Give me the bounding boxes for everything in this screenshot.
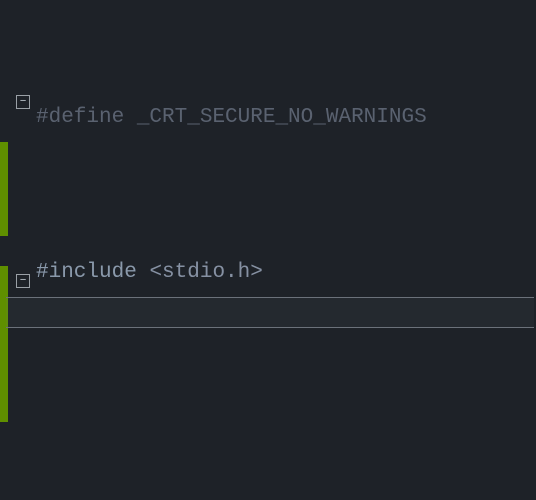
token: _CRT_SECURE_NO_WARNINGS — [137, 106, 427, 129]
token: stdio.h — [162, 261, 250, 284]
gutter: − − — [0, 0, 36, 500]
change-marker — [0, 142, 8, 236]
change-marker — [0, 266, 8, 422]
token: > — [250, 261, 263, 284]
token: #define — [36, 106, 124, 129]
code-line: #include <stdio.h> — [36, 257, 536, 288]
code-area[interactable]: #define _CRT_SECURE_NO_WARNINGS #include… — [36, 0, 536, 500]
fold-toggle[interactable]: − — [16, 274, 30, 288]
token: #include — [36, 261, 137, 284]
token: < — [149, 261, 162, 284]
code-line: #define _CRT_SECURE_NO_WARNINGS — [36, 102, 536, 133]
fold-toggle[interactable]: − — [16, 95, 30, 109]
code-editor[interactable]: − − #define _CRT_SECURE_NO_WARNINGS #inc… — [0, 0, 536, 500]
code-line — [36, 412, 536, 443]
